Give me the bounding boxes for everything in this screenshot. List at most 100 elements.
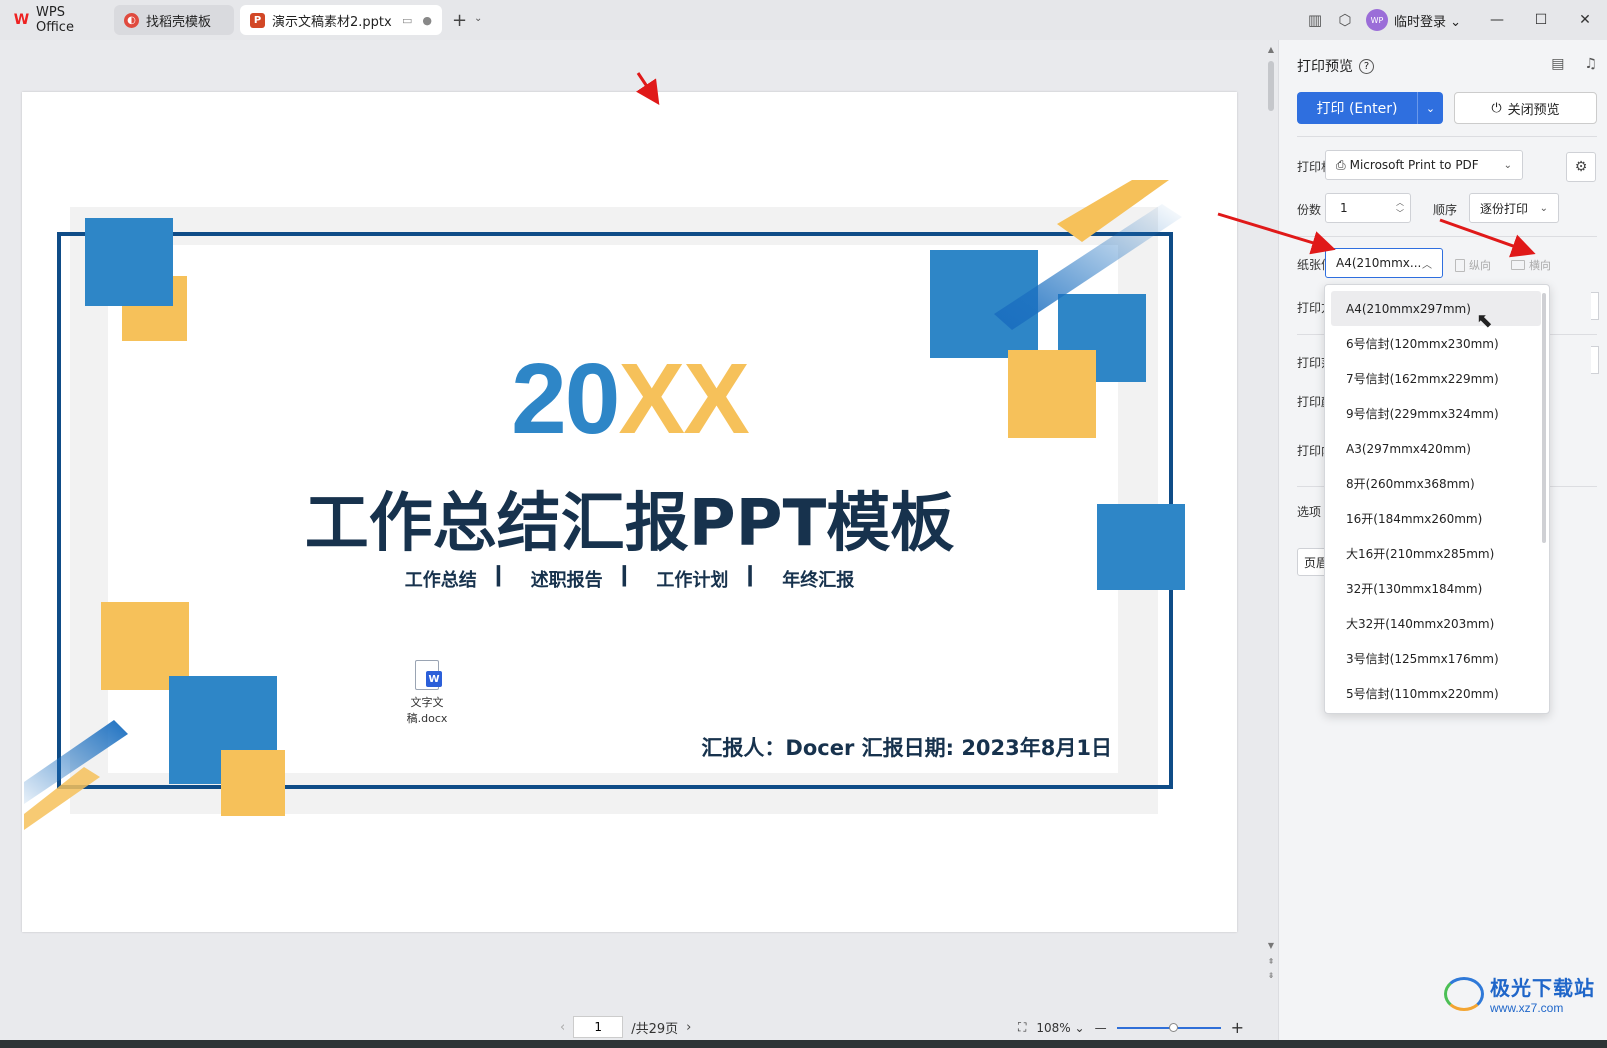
paper-option[interactable]: 3号信封(125mmx176mm): [1331, 641, 1541, 676]
power-icon: ⏻: [1491, 100, 1502, 116]
printer-icon: ⎙: [1336, 157, 1346, 172]
chevron-down-icon: ⌄: [1503, 159, 1512, 171]
print-button-label: 打印 (Enter): [1316, 101, 1398, 117]
page-number-input[interactable]: [573, 1016, 624, 1038]
landscape-icon: [1511, 260, 1525, 270]
slide-year: 20XX: [22, 342, 1237, 457]
zoom-level[interactable]: 108% ⌄: [1036, 1021, 1084, 1035]
landscape-label: 横向: [1529, 259, 1551, 272]
paper-option[interactable]: A4(210mmx297mm): [1331, 291, 1541, 326]
subtitle-item: 述职报告: [530, 570, 603, 591]
print-range-select[interactable]: [1591, 346, 1599, 374]
next-page-button[interactable]: ›: [686, 1020, 691, 1035]
paper-option[interactable]: A3(297mmx420mm): [1331, 431, 1541, 466]
chevron-down-icon[interactable]: ⌄: [474, 13, 482, 24]
zoom-controls: ⛶ 108% ⌄ — +: [1018, 1018, 1244, 1037]
paper-option[interactable]: 16开(184mmx260mm): [1331, 501, 1541, 536]
dropdown-scrollbar[interactable]: [1542, 293, 1546, 543]
copies-value: 1: [1340, 201, 1348, 215]
chevron-down-icon: ⌄: [1539, 202, 1548, 214]
separator: ▎: [622, 566, 637, 587]
taskbar-strip: [0, 1040, 1607, 1048]
file-name: 文字文稿.docx: [406, 696, 448, 725]
scroll-up-icon[interactable]: ▲: [1266, 45, 1276, 54]
word-badge: W: [426, 671, 442, 687]
paper-size-select[interactable]: A4(210mmx... ︿: [1325, 248, 1443, 278]
paper-option[interactable]: 5号信封(110mmx220mm): [1331, 676, 1541, 711]
maximize-icon[interactable]: ☐: [1519, 0, 1563, 40]
wps-logo-icon: W: [13, 12, 30, 28]
next-page-icon[interactable]: ⇟: [1266, 971, 1276, 980]
landscape-option[interactable]: 横向: [1511, 257, 1551, 273]
divider: [1297, 236, 1597, 237]
avatar[interactable]: WP: [1365, 9, 1388, 31]
fit-page-icon[interactable]: ⛶: [1018, 1020, 1026, 1035]
aurora-logo-icon: [1444, 976, 1484, 1011]
zoom-value: 108%: [1036, 1020, 1071, 1035]
panel-title: 打印预览 ?: [1297, 56, 1374, 76]
prev-page-icon[interactable]: ⇞: [1266, 957, 1276, 966]
headset-icon[interactable]: ♫: [1584, 56, 1597, 72]
paper-option[interactable]: 32开(130mmx184mm): [1331, 571, 1541, 606]
slide-footer: 汇报人：Docer 汇报日期: 2023年8月1日: [701, 736, 1112, 760]
ppt-icon: P: [250, 12, 265, 28]
prev-page-button[interactable]: ‹: [560, 1020, 565, 1035]
chevron-down-icon[interactable]: ⌄: [1417, 92, 1443, 124]
stepper-arrows-icon[interactable]: ︿ ﹀: [1396, 197, 1404, 219]
printer-select[interactable]: ⎙ Microsoft Print to PDF ⌄: [1325, 150, 1523, 180]
docer-icon: ◐: [124, 12, 139, 28]
cube-icon[interactable]: ⬡: [1330, 5, 1360, 35]
close-preview-button[interactable]: ⏻ 关闭预览: [1454, 92, 1597, 124]
help-icon[interactable]: ?: [1359, 58, 1374, 74]
portrait-label: 纵向: [1469, 259, 1491, 272]
paper-option[interactable]: 大16开(210mmx285mm): [1331, 536, 1541, 571]
zoom-in-button[interactable]: +: [1231, 1018, 1244, 1037]
monitor-icon[interactable]: ▭: [402, 14, 412, 27]
subtitle-item: 工作计划: [656, 570, 729, 591]
minimize-icon[interactable]: —: [1475, 0, 1519, 40]
tab-wps-office[interactable]: W WPS Office: [4, 5, 108, 35]
tab-label: 找稻壳模板: [146, 14, 212, 30]
paper-option[interactable]: 6号信封(120mmx230mm): [1331, 326, 1541, 361]
paper-option[interactable]: 9号信封(229mmx324mm): [1331, 396, 1541, 431]
vertical-scrollbar[interactable]: ▲ ▼ ⇞ ⇟: [1266, 45, 1276, 995]
site-watermark: 极光下载站 www.xz7.com: [1444, 972, 1595, 1015]
print-button[interactable]: 打印 (Enter) ⌄: [1297, 92, 1443, 124]
new-tab-button[interactable]: +: [452, 10, 467, 31]
zoom-out-button[interactable]: —: [1095, 1021, 1107, 1035]
copies-label: 份数: [1297, 203, 1322, 217]
watermark-name: 极光下载站: [1490, 976, 1595, 1000]
mouse-cursor-icon: ⬉: [1476, 308, 1493, 332]
portrait-option[interactable]: 纵向: [1455, 257, 1491, 273]
print-preview-area: 20XX 工作总结汇报PPT模板 工作总结 ▎ 述职报告 ▎ 工作计划 ▎ 年终…: [0, 40, 1258, 1010]
preview-page: 20XX 工作总结汇报PPT模板 工作总结 ▎ 述职报告 ▎ 工作计划 ▎ 年终…: [22, 92, 1237, 932]
tab-pptx-document[interactable]: P 演示文稿素材2.pptx ▭ ●: [240, 5, 442, 35]
paper-option[interactable]: 8开(260mmx368mm): [1331, 466, 1541, 501]
printer-settings-icon[interactable]: ⚙: [1566, 152, 1596, 182]
close-preview-label: 关闭预览: [1507, 102, 1560, 118]
scroll-down-icon[interactable]: ▼: [1266, 941, 1276, 950]
tab-label: WPS Office: [36, 5, 74, 35]
login-button[interactable]: 临时登录 ⌄: [1394, 11, 1461, 30]
slide-subtitles: 工作总结 ▎ 述职报告 ▎ 工作计划 ▎ 年终汇报: [22, 566, 1237, 592]
zoom-slider[interactable]: [1116, 1022, 1221, 1032]
order-select[interactable]: 逐份打印 ⌄: [1469, 193, 1559, 223]
panel-layout-icon[interactable]: ▤: [1551, 56, 1564, 72]
zoom-slider-knob[interactable]: [1168, 1022, 1178, 1032]
tab-docer-templates[interactable]: ◐ 找稻壳模板: [114, 5, 234, 35]
embedded-docx-file[interactable]: W 文字文稿.docx: [392, 660, 462, 726]
scroll-thumb[interactable]: [1268, 61, 1274, 111]
layout-icon[interactable]: ▥: [1300, 5, 1330, 35]
paper-value: A4(210mmx...: [1336, 256, 1422, 270]
tab-label: 演示文稿素材2.pptx: [272, 14, 392, 30]
dot-icon: ●: [422, 13, 432, 27]
close-icon[interactable]: ✕: [1563, 0, 1607, 40]
print-mode-select[interactable]: [1591, 292, 1599, 320]
options-label: 选项: [1297, 505, 1322, 519]
paper-option[interactable]: 大32开(140mmx203mm): [1331, 606, 1541, 641]
printer-value: Microsoft Print to PDF: [1349, 158, 1479, 172]
paper-option[interactable]: 7号信封(162mmx229mm): [1331, 361, 1541, 396]
slide-title: 工作总结汇报PPT模板: [304, 487, 955, 561]
separator: ▎: [496, 566, 511, 587]
copies-stepper[interactable]: 1 ︿ ﹀: [1325, 193, 1411, 223]
